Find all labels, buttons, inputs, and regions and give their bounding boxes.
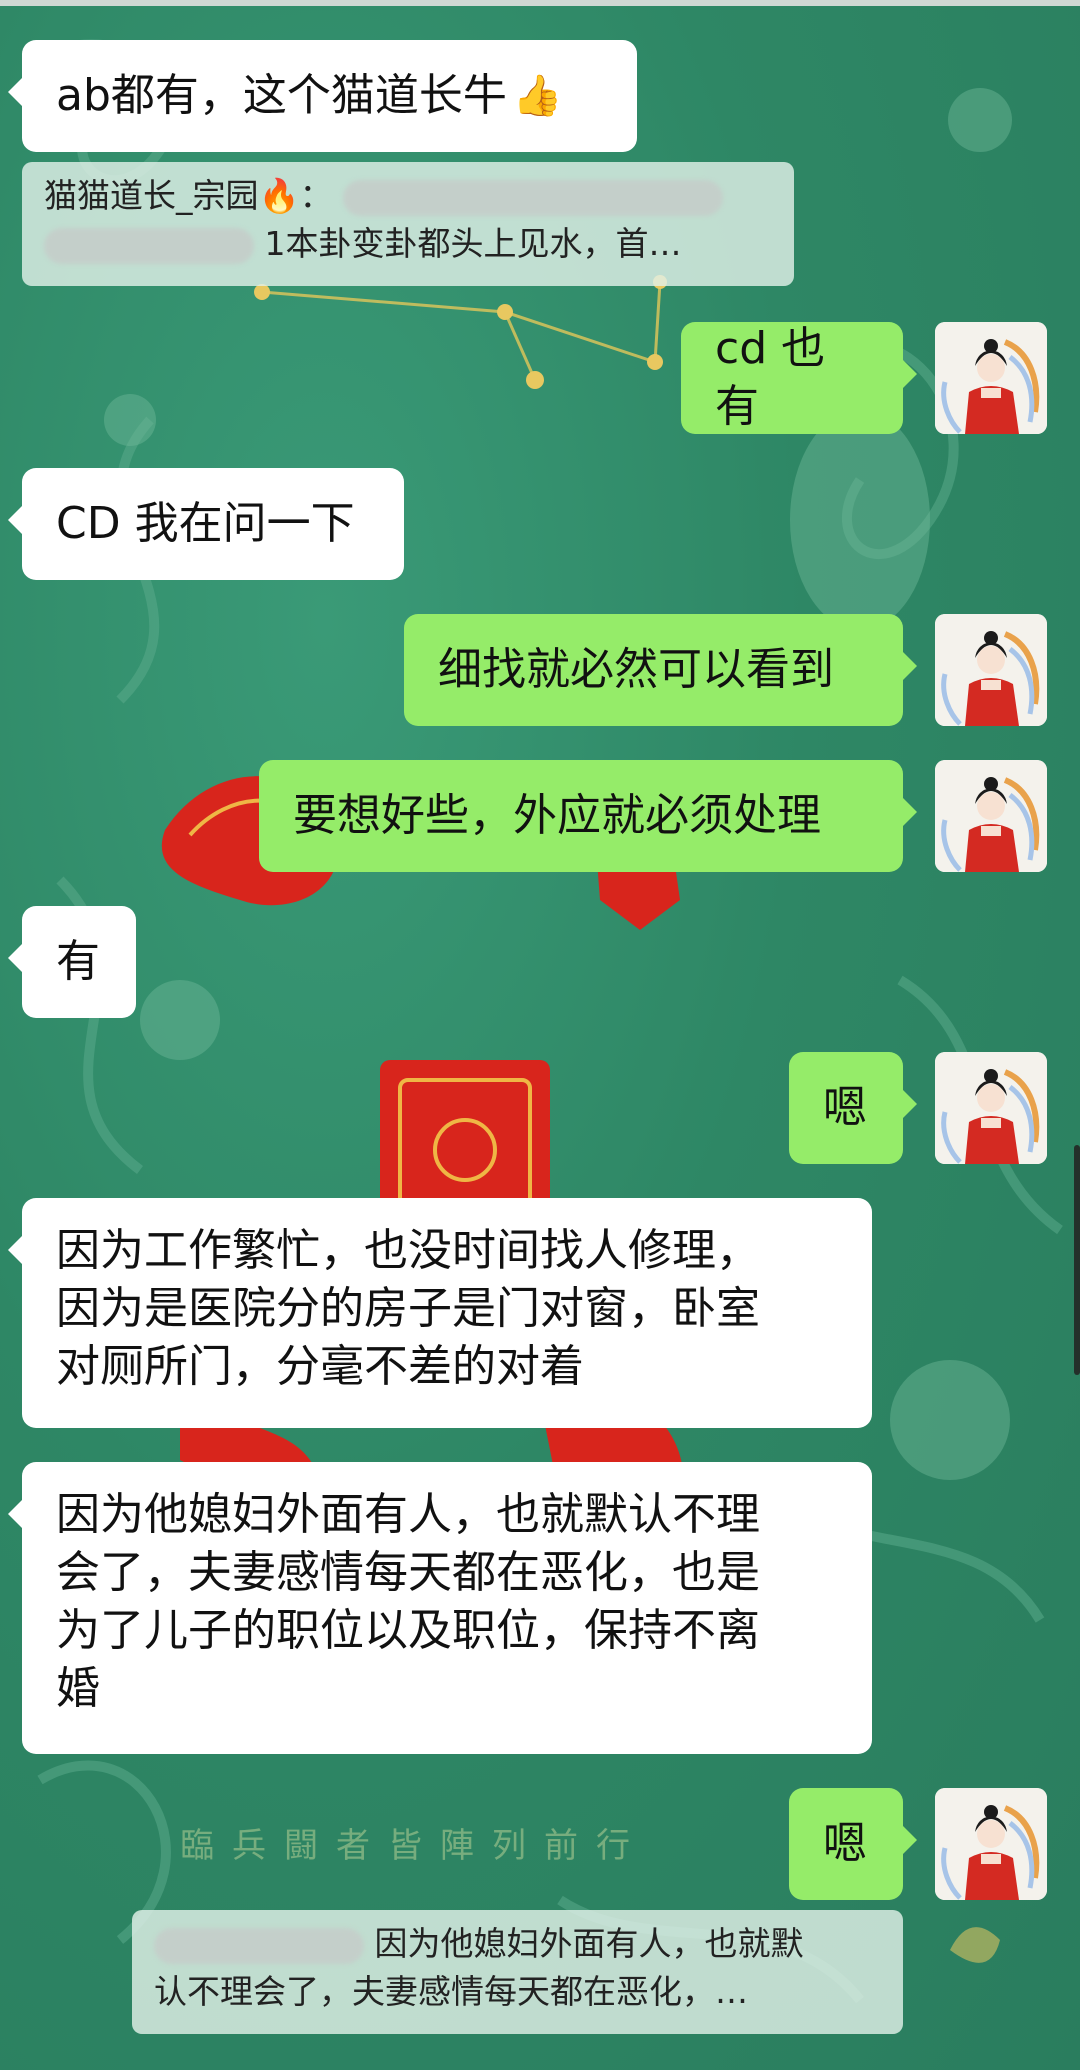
quote-sender: 猫猫道长_宗园 [44, 176, 259, 215]
scrollbar[interactable] [1074, 1145, 1080, 1375]
message-bubble-incoming[interactable]: CD 我在问一下 [8, 468, 404, 580]
quoted-reply[interactable]: 因为他媳妇外面有人，也就默 认不理会了，夫妻感情每天都在恶化，… [132, 1910, 903, 2034]
avatar[interactable] [935, 322, 1047, 434]
thumbs-up-icon: 👍 [512, 73, 563, 119]
chat-background: 臨兵闘者皆陣列前行 [0, 0, 1080, 2070]
avatar-woman-red-robe-icon [935, 614, 1047, 726]
message-line: 因为工作繁忙，也没时间找人修理， [56, 1225, 760, 1276]
redacted-text [343, 179, 724, 216]
message-bubble-incoming[interactable]: 因为他媳妇外面有人，也就默认不理 会了，夫妻感情每天都在恶化，也是 为了儿子的职… [8, 1462, 872, 1754]
message-bubble-incoming[interactable]: ab都有，这个猫道长牛 👍 [8, 40, 637, 152]
avatar[interactable] [935, 1052, 1047, 1164]
redacted-text [154, 1927, 364, 1964]
message-text: 嗯 [823, 1082, 867, 1133]
message-text: cd 也有 [715, 323, 826, 432]
message-bubble-outgoing[interactable]: 嗯 [789, 1788, 917, 1900]
message-text: 细找就必然可以看到 [438, 644, 834, 695]
message-bubble-outgoing[interactable]: cd 也有 [681, 322, 917, 434]
quote-text: 因为他媳妇外面有人，也就默 [374, 1924, 804, 1963]
avatar[interactable] [935, 760, 1047, 872]
message-line: 因为是医院分的房子是门对窗，卧室 [56, 1283, 760, 1334]
quote-text: 1本卦变卦都头上见水，首… [264, 224, 682, 263]
message-text: 嗯 [823, 1818, 867, 1869]
message-bubble-outgoing[interactable]: 嗯 [789, 1052, 917, 1164]
quoted-reply[interactable]: 猫猫道长_宗园🔥： 1本卦变卦都头上见水，首… [22, 162, 794, 286]
fire-icon: 🔥 [258, 176, 300, 215]
message-text: 有 [56, 936, 100, 987]
message-text: 要想好些，外应就必须处理 [293, 790, 821, 841]
avatar-woman-red-robe-icon [935, 1788, 1047, 1900]
avatar[interactable] [935, 614, 1047, 726]
message-line: 为了儿子的职位以及职位，保持不离 [56, 1605, 760, 1656]
message-line: 因为他媳妇外面有人，也就默认不理 [56, 1489, 760, 1540]
message-text: CD 我在问一下 [56, 498, 355, 549]
quote-colon: ： [299, 176, 333, 215]
mantra-text: 臨兵闘者皆陣列前行 [180, 1826, 648, 1866]
message-bubble-incoming[interactable]: 因为工作繁忙，也没时间找人修理， 因为是医院分的房子是门对窗，卧室 对厕所门，分… [8, 1198, 872, 1428]
message-line: 对厕所门，分毫不差的对着 [56, 1341, 584, 1392]
message-text: ab都有，这个猫道长牛 [56, 70, 507, 121]
message-line: 婚 [56, 1663, 100, 1714]
message-line: 会了，夫妻感情每天都在恶化，也是 [56, 1547, 760, 1598]
message-bubble-outgoing[interactable]: 细找就必然可以看到 [404, 614, 917, 726]
avatar-woman-red-robe-icon [935, 1052, 1047, 1164]
redacted-text [44, 227, 254, 264]
avatar-woman-red-robe-icon [935, 322, 1047, 434]
avatar-woman-red-robe-icon [935, 760, 1047, 872]
message-bubble-incoming[interactable]: 有 [8, 906, 136, 1018]
avatar[interactable] [935, 1788, 1047, 1900]
quote-text: 认不理会了，夫妻感情每天都在恶化，… [154, 1972, 748, 2011]
top-edge [0, 0, 1080, 6]
message-bubble-outgoing[interactable]: 要想好些，外应就必须处理 [259, 760, 917, 872]
background-pattern [37, 39, 1063, 2004]
